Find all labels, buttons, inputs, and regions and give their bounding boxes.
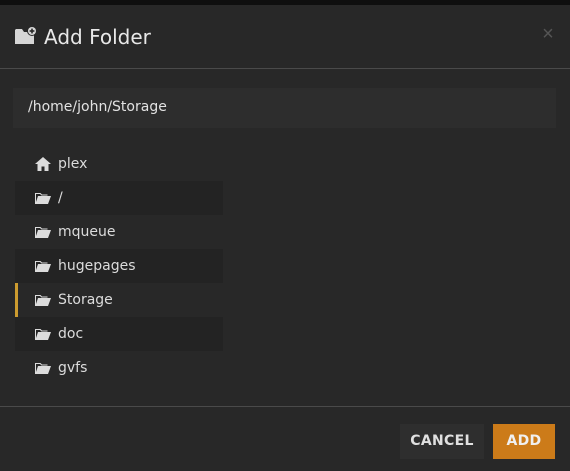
home-icon [34, 156, 52, 172]
folder-open-icon [34, 190, 52, 206]
folder-label: hugepages [58, 258, 136, 274]
folder-plus-icon [14, 25, 38, 47]
folder-label: / [58, 190, 63, 206]
folder-item-mqueue[interactable]: mqueue [15, 215, 223, 249]
add-button[interactable]: ADD [493, 424, 555, 459]
folder-item-doc[interactable]: doc [15, 317, 223, 351]
current-path: /home/john/Storage [28, 99, 167, 115]
folder-label: Storage [58, 292, 113, 308]
dialog-footer: CANCEL ADD [0, 406, 570, 471]
folder-list: plex / mqueue hugepages Storage doc gvfs [15, 147, 223, 385]
folder-item-hugepages[interactable]: hugepages [15, 249, 223, 283]
dialog-header: Add Folder × [0, 5, 570, 69]
folder-label: gvfs [58, 360, 88, 376]
folder-open-icon [34, 224, 52, 240]
cancel-button[interactable]: CANCEL [400, 424, 484, 459]
add-folder-dialog: Add Folder × /home/john/Storage plex / m… [0, 5, 570, 471]
close-icon[interactable]: × [538, 24, 558, 44]
folder-open-icon [34, 292, 52, 308]
folder-open-icon [34, 326, 52, 342]
folder-item-storage[interactable]: Storage [15, 283, 223, 317]
folder-item-gvfs[interactable]: gvfs [15, 351, 223, 385]
dialog-title: Add Folder [44, 25, 151, 49]
folder-label: doc [58, 326, 84, 342]
folder-item-plex[interactable]: plex [15, 147, 223, 181]
folder-label: mqueue [58, 224, 116, 240]
folder-open-icon [34, 258, 52, 274]
path-field[interactable]: /home/john/Storage [13, 88, 556, 128]
folder-label: plex [58, 156, 88, 172]
folder-open-icon [34, 360, 52, 376]
folder-item-root[interactable]: / [15, 181, 223, 215]
